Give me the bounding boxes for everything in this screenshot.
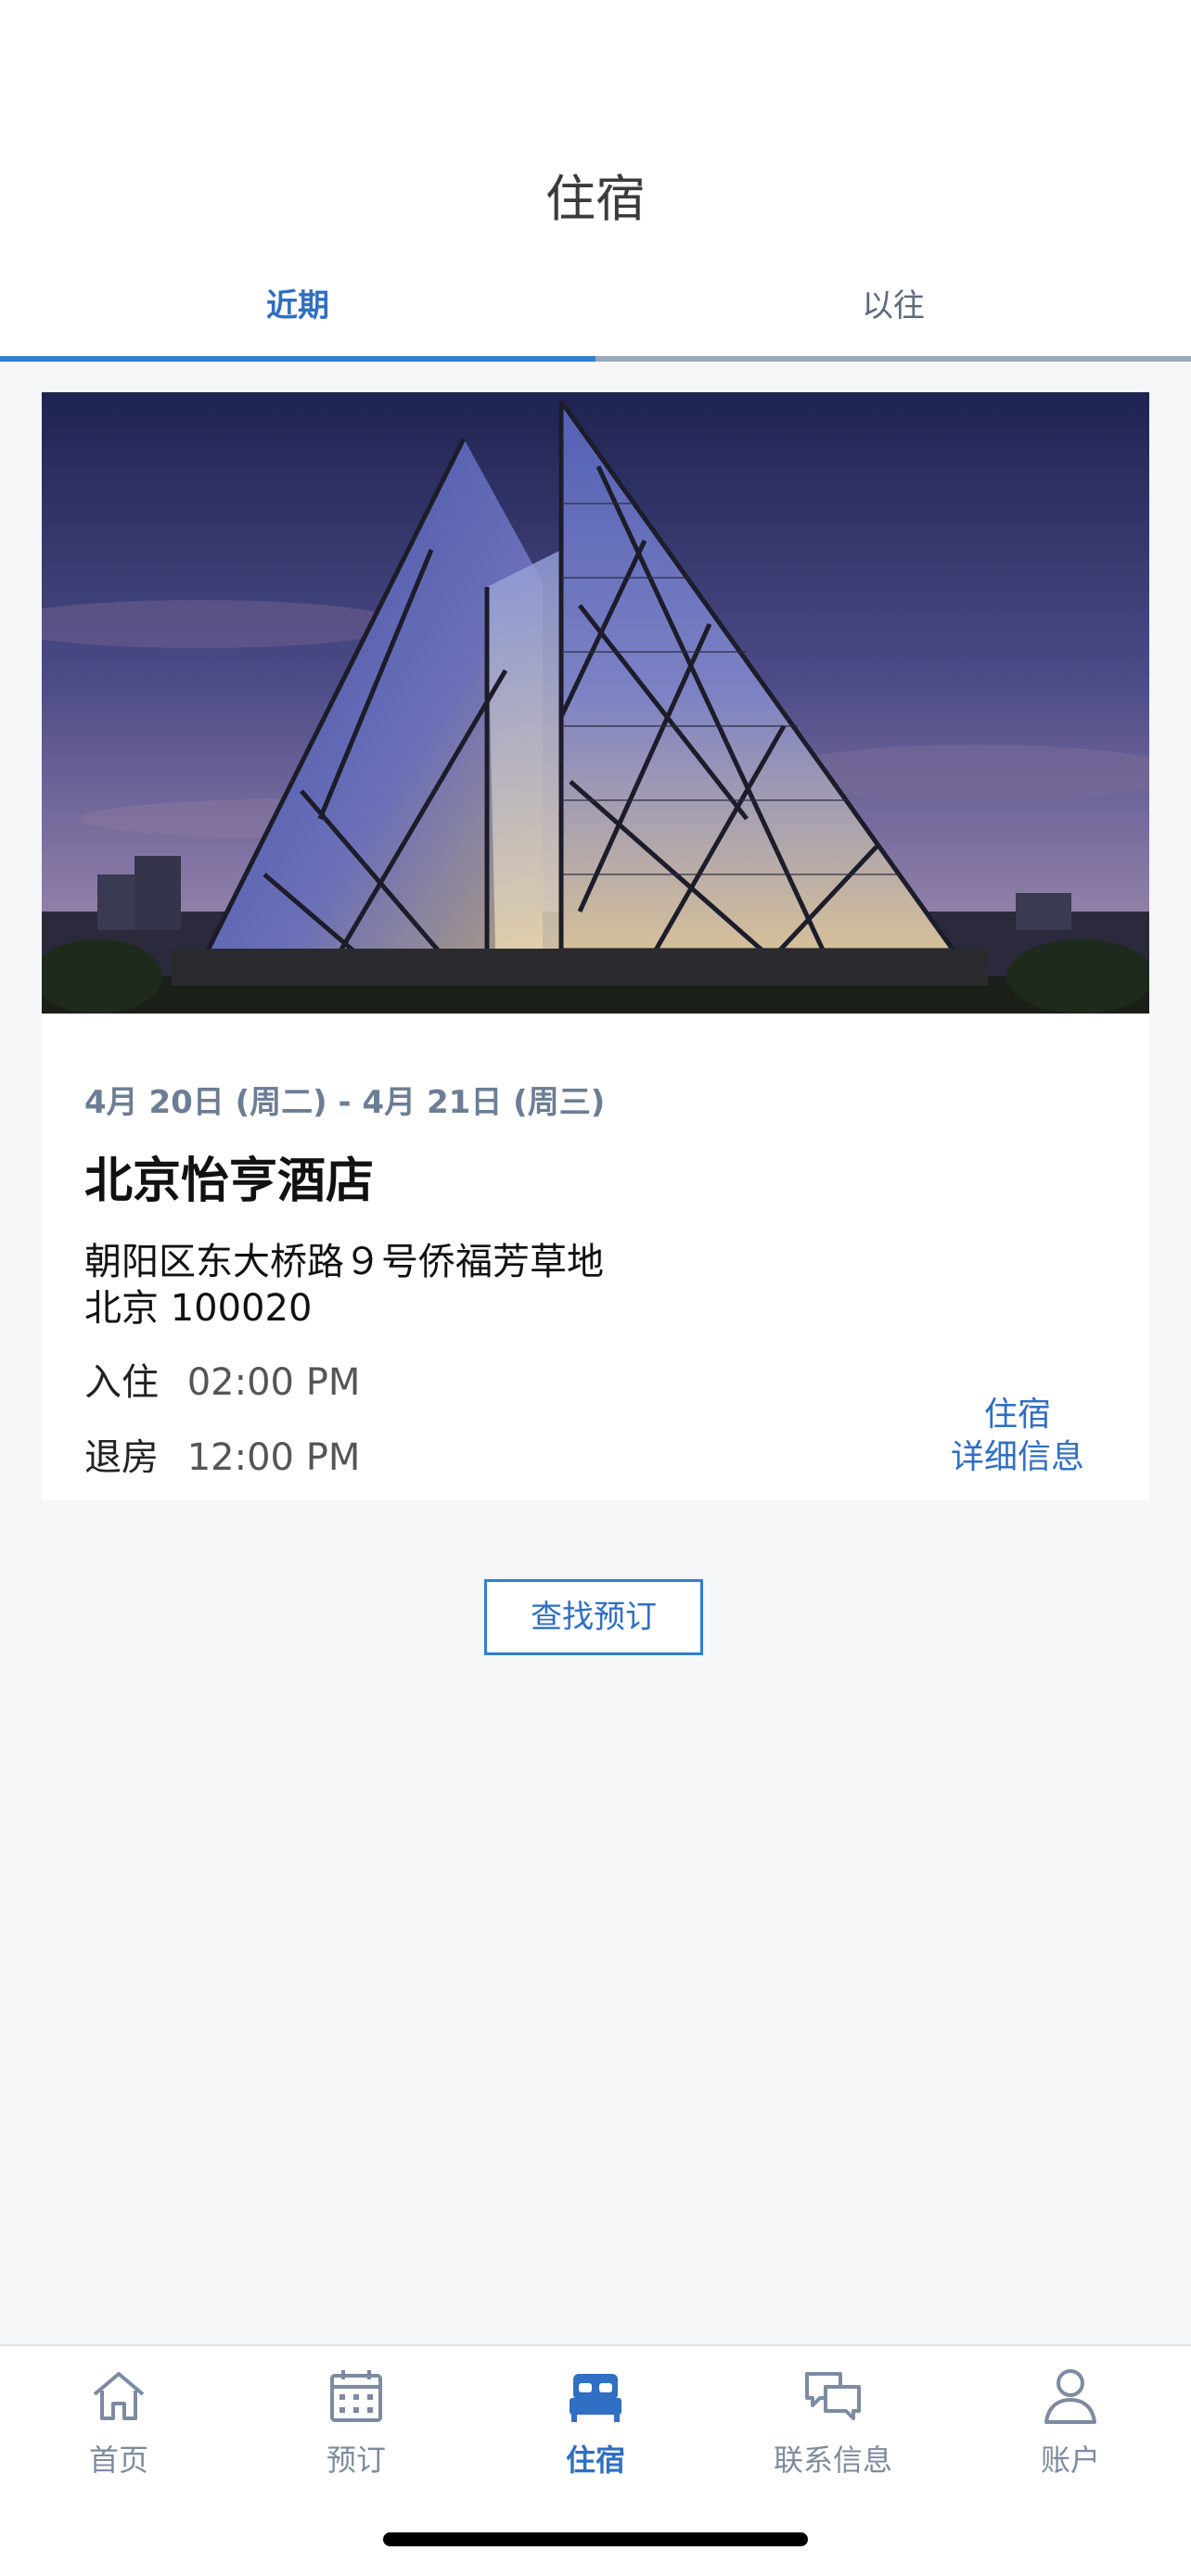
nav-stays-label: 住宿 bbox=[565, 2442, 625, 2478]
find-booking-button[interactable]: 查找预订 bbox=[484, 1579, 703, 1655]
nav-stays[interactable]: 住宿 bbox=[512, 2366, 679, 2496]
stay-card[interactable]: 4月 20日 (周二) - 4月 21日 (周三) 北京怡亨酒店 朝阳区东大桥路… bbox=[42, 392, 1149, 1500]
hotel-photo bbox=[42, 392, 1149, 1014]
hotel-address-line2: 北京 100020 bbox=[84, 1287, 313, 1330]
app-root: 住宿 近期 以往 4月 20日 (周二) - 4月 21日 (周三) 北京怡亨酒… bbox=[0, 0, 1191, 2576]
stay-dates: 4月 20日 (周二) - 4月 21日 (周三) bbox=[84, 1084, 606, 1121]
checkout-row: 退房 12:00 PM bbox=[84, 1427, 360, 1481]
hotel-name: 北京怡亨酒店 bbox=[84, 1154, 375, 1209]
stay-details-link-line2: 详细信息 bbox=[950, 1438, 1084, 1476]
tab-recent[interactable]: 近期 bbox=[0, 269, 596, 362]
nav-contact[interactable]: 联系信息 bbox=[749, 2366, 916, 2496]
nav-home[interactable]: 首页 bbox=[35, 2366, 202, 2496]
nav-account-label: 账户 bbox=[1040, 2442, 1100, 2478]
person-icon bbox=[1044, 2369, 1096, 2424]
home-icon bbox=[93, 2372, 145, 2420]
nav-contact-label: 联系信息 bbox=[773, 2442, 892, 2478]
checkin-time: 02:00 PM bbox=[186, 1361, 361, 1404]
checkout-label: 退房 bbox=[84, 1436, 159, 1479]
tab-bar: 近期 以往 bbox=[0, 269, 1191, 362]
stay-details-link[interactable]: 住宿 详细信息 bbox=[951, 1394, 1084, 1479]
checkin-label: 入住 bbox=[84, 1361, 159, 1404]
bed-icon bbox=[570, 2374, 621, 2422]
page-title: 住宿 bbox=[545, 170, 646, 228]
chat-icon bbox=[805, 2372, 861, 2420]
stay-details-link-line1: 住宿 bbox=[983, 1396, 1051, 1434]
calendar-icon bbox=[330, 2370, 382, 2422]
tab-past[interactable]: 以往 bbox=[596, 269, 1191, 362]
nav-bookings[interactable]: 预订 bbox=[273, 2366, 440, 2496]
tab-inactive-indicator bbox=[596, 356, 1191, 362]
nav-bookings-label: 预订 bbox=[326, 2442, 386, 2478]
nav-account[interactable]: 账户 bbox=[987, 2366, 1154, 2496]
checkin-row: 入住 02:00 PM bbox=[84, 1352, 360, 1406]
header: 住宿 近期 以往 bbox=[0, 0, 1191, 362]
checkout-time: 12:00 PM bbox=[186, 1436, 361, 1479]
stay-details: 4月 20日 (周二) - 4月 21日 (周三) 北京怡亨酒店 朝阳区东大桥路… bbox=[42, 1014, 1149, 1500]
nav-home-label: 首页 bbox=[88, 2442, 148, 2478]
home-indicator[interactable] bbox=[383, 2532, 808, 2546]
tab-active-indicator bbox=[0, 356, 596, 362]
